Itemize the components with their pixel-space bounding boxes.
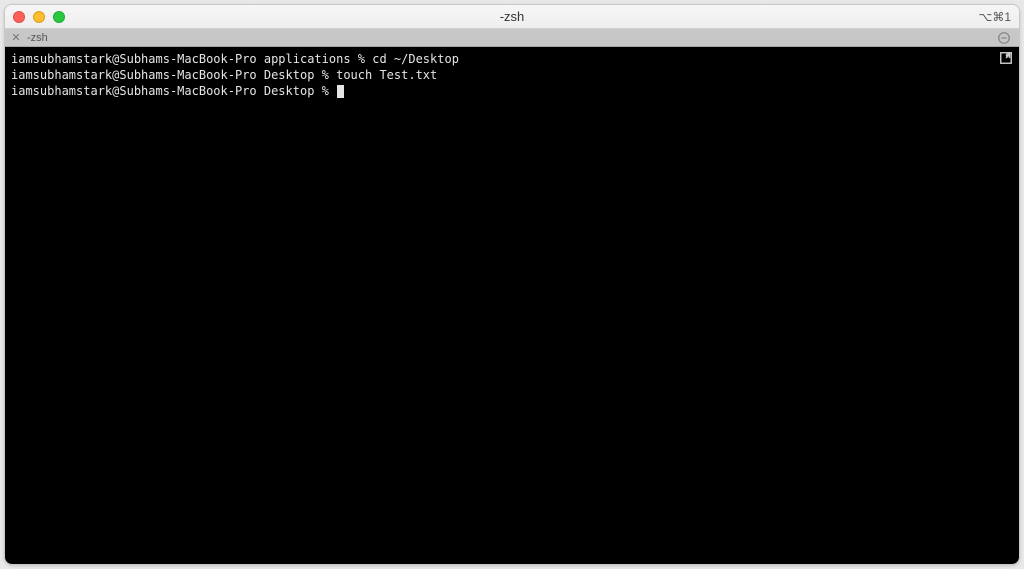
tab-overflow-icon[interactable] [989,29,1019,46]
shell-prompt: iamsubhamstark@Subhams-MacBook-Pro Deskt… [11,84,336,98]
shell-prompt: iamsubhamstark@Subhams-MacBook-Pro appli… [11,52,372,66]
titlebar: -zsh ⌥⌘1 [5,5,1019,29]
shell-command: touch Test.txt [336,68,437,82]
zoom-window-button[interactable] [53,11,65,23]
window-controls [13,11,65,23]
terminal-line: iamsubhamstark@Subhams-MacBook-Pro Deskt… [11,83,1013,99]
shell-prompt: iamsubhamstark@Subhams-MacBook-Pro Deskt… [11,68,336,82]
window-title: -zsh [500,9,525,24]
terminal-output[interactable]: iamsubhamstark@Subhams-MacBook-Pro appli… [5,47,1019,564]
window-shortcut-label: ⌥⌘1 [978,10,1011,24]
tab-bar: ✕ -zsh [5,29,1019,47]
close-window-button[interactable] [13,11,25,23]
fullscreen-icon[interactable] [999,51,1013,71]
terminal-line: iamsubhamstark@Subhams-MacBook-Pro Deskt… [11,67,1013,83]
minimize-window-button[interactable] [33,11,45,23]
tab-zsh[interactable]: ✕ -zsh [5,29,54,46]
cursor [337,85,344,98]
terminal-line: iamsubhamstark@Subhams-MacBook-Pro appli… [11,51,1013,67]
close-tab-icon[interactable]: ✕ [11,33,21,43]
shell-command: cd ~/Desktop [372,52,459,66]
terminal-window: -zsh ⌥⌘1 ✕ -zsh iamsubhamstark@Subhams-M… [4,4,1020,565]
tab-label: -zsh [27,32,48,44]
